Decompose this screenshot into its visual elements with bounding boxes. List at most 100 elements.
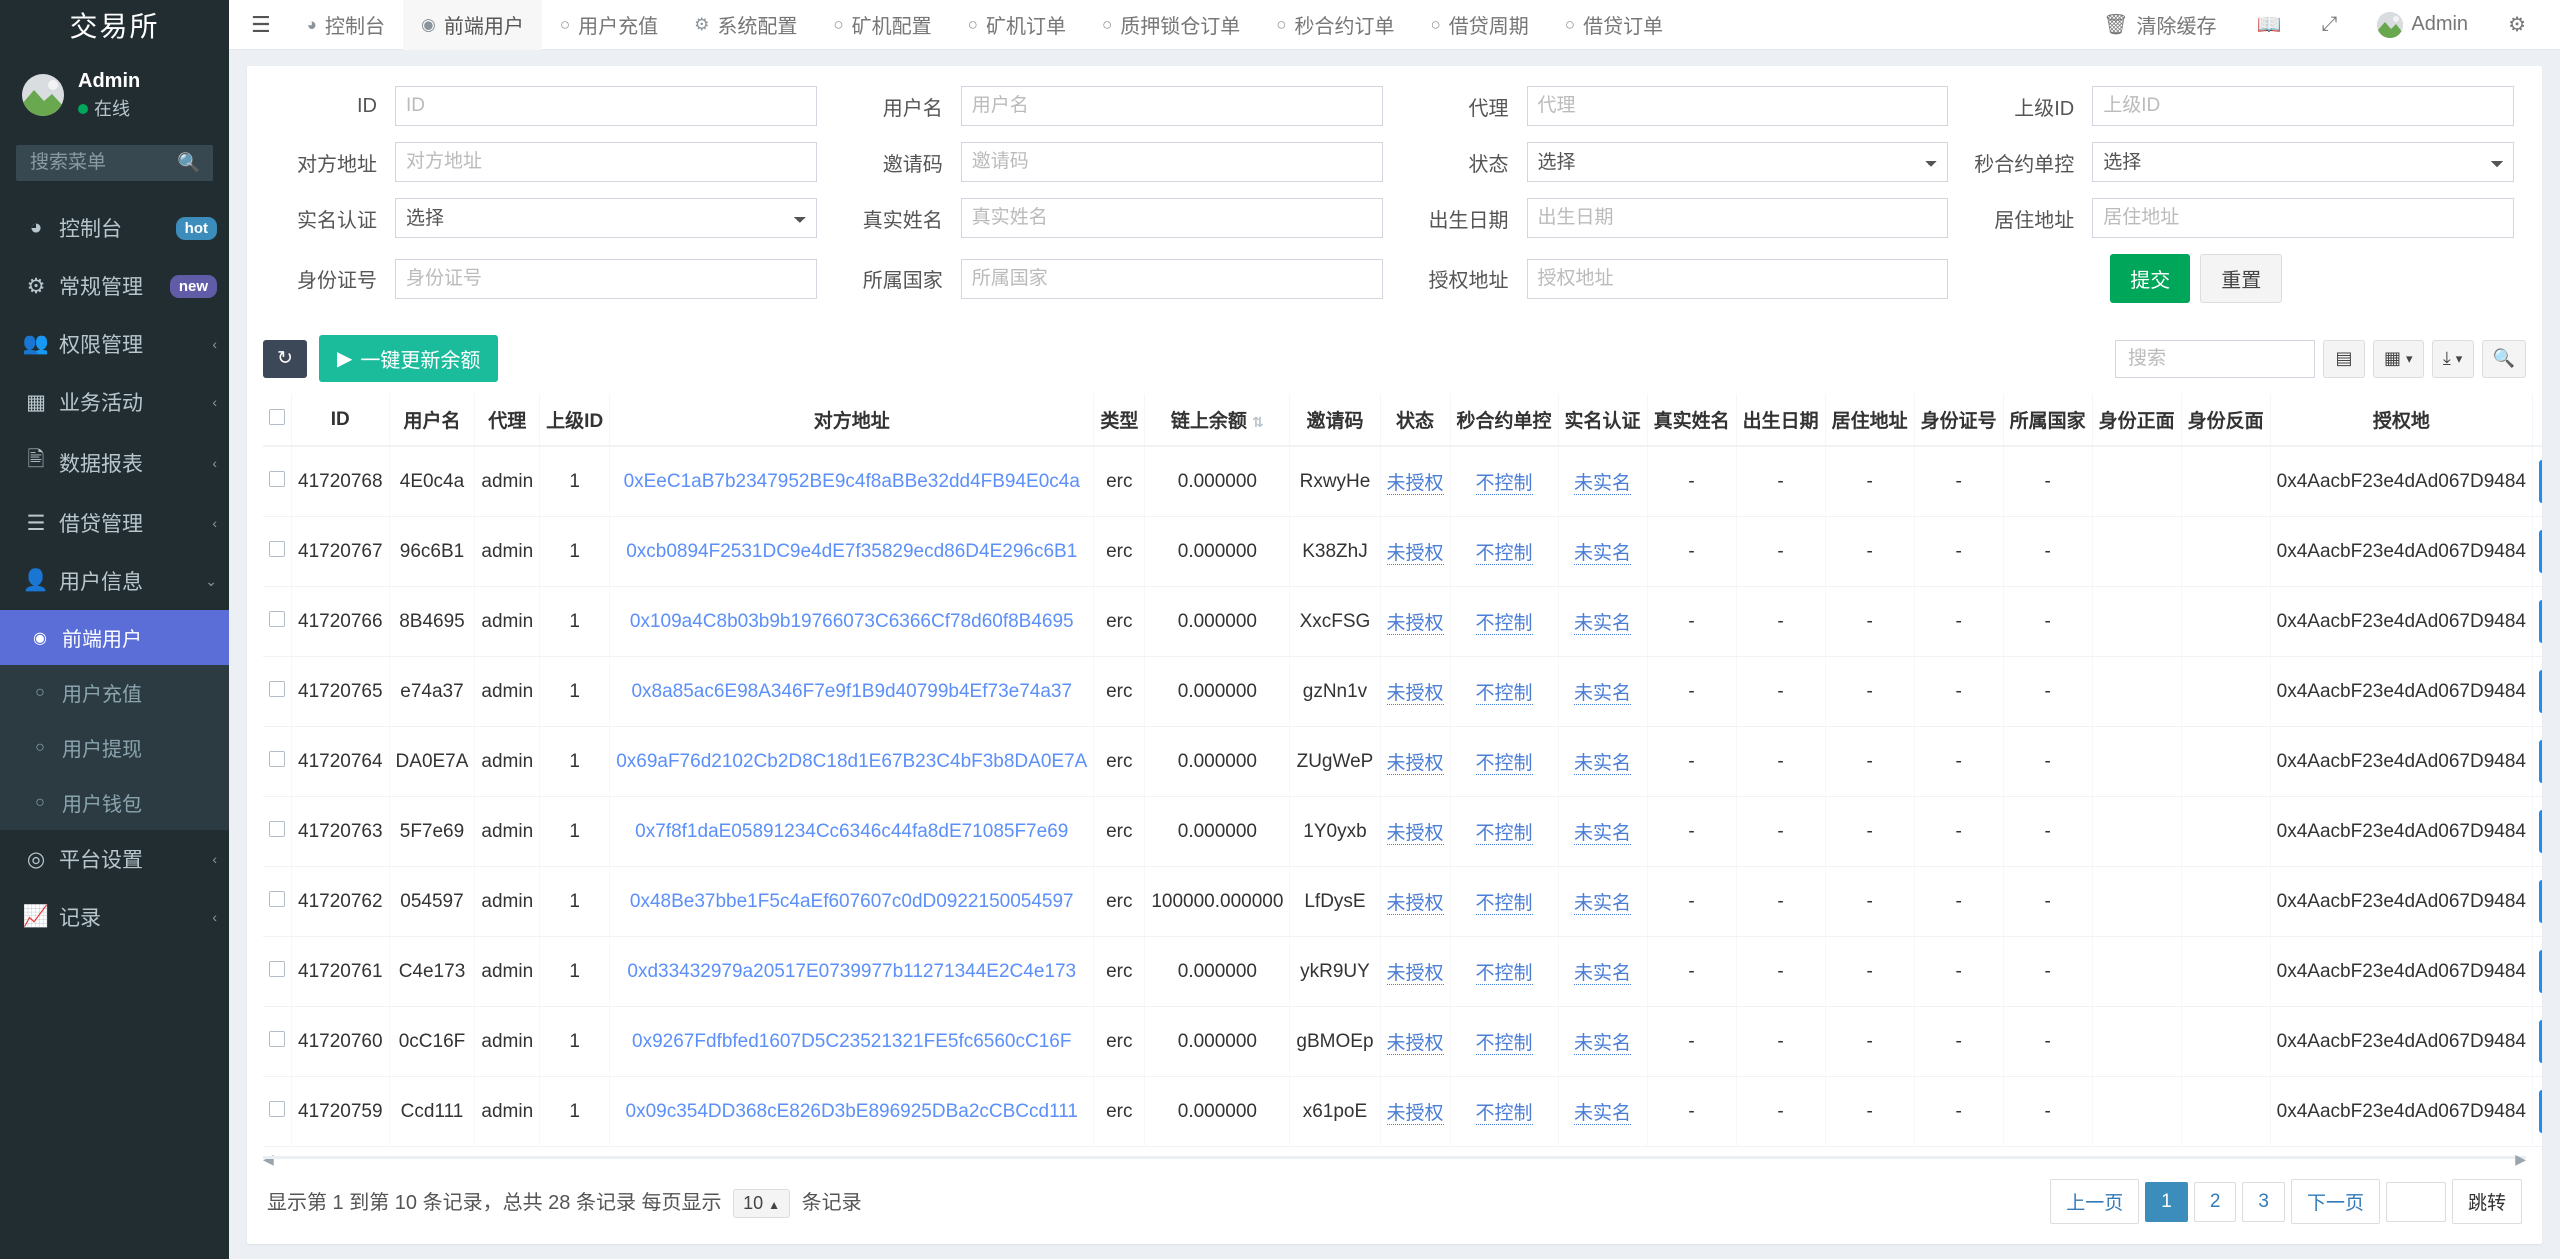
cell-contract-control-text[interactable]: 不控制 <box>1475 473 1533 495</box>
row-checkbox[interactable] <box>269 960 285 977</box>
table-row[interactable]: 41720759 Ccd111 admin 1 0x09c354DD368cE826D3… <box>263 1076 2542 1147</box>
cell-address[interactable]: 0xcb0894F2531DC9e4dE7f35829ecd86D4E296c6… <box>609 516 1095 587</box>
sidebar-search-input[interactable] <box>28 151 172 176</box>
cell-status-text[interactable]: 未授权 <box>1386 823 1444 845</box>
scroll-right-icon[interactable]: ▶ <box>2515 1151 2526 1168</box>
table-row[interactable]: 41720768 4E0c4a admin 1 0xEeC1aB7b2347952BE9… <box>263 446 2542 517</box>
fullscreen-icon[interactable]: ⤢ <box>2301 0 2357 50</box>
select-all-checkbox[interactable] <box>269 408 285 425</box>
cell-contract-control-text[interactable]: 不控制 <box>1475 823 1533 845</box>
cell-realname-auth-text[interactable]: 未实名 <box>1574 543 1632 565</box>
sidebar-link-frontend-user[interactable]: ◉ 前端用户 <box>0 610 229 666</box>
cell-address-text[interactable]: 0xcb0894F2531DC9e4dE7f35829ecd86D4E296c6… <box>626 541 1077 562</box>
cell-contract-control[interactable]: 不控制 <box>1450 1076 1559 1147</box>
table-row[interactable]: 41720765 e74a37 admin 1 0x8a85ac6E98A346F7e9… <box>263 656 2542 727</box>
col-select-all[interactable] <box>263 394 292 447</box>
cell-address-text[interactable]: 0x69aF76d2102Cb2D8C18d1E67B23C4bF3b8DA0E… <box>616 751 1087 772</box>
search-input-auth-address[interactable] <box>1526 258 1949 299</box>
tab-system-config[interactable]: ⚙ 系统配置 <box>676 0 815 50</box>
search-input-parent-id[interactable] <box>2092 86 2514 126</box>
update-balance-row-button[interactable]: ✎更新余额 <box>2538 1020 2542 1063</box>
sidebar-link-permission[interactable]: 👥 权限管理 ‹ <box>0 315 229 373</box>
submit-button[interactable]: 提交 <box>2110 254 2191 303</box>
search-input-residence[interactable] <box>2092 198 2514 238</box>
row-checkbox-cell[interactable] <box>263 446 292 517</box>
horizontal-scrollbar[interactable]: ◀ ▶ <box>263 1151 2526 1168</box>
cell-contract-control-text[interactable]: 不控制 <box>1475 1103 1533 1125</box>
cell-status-text[interactable]: 未授权 <box>1386 753 1444 775</box>
cell-status[interactable]: 未授权 <box>1380 866 1451 937</box>
cell-realname-auth[interactable]: 未实名 <box>1558 656 1648 727</box>
cell-contract-control-text[interactable]: 不控制 <box>1475 753 1533 775</box>
cell-status-text[interactable]: 未授权 <box>1386 683 1444 705</box>
cell-address-text[interactable]: 0x48Be37bbe1F5c4aEf607607c0dD09221500545… <box>630 891 1074 912</box>
row-checkbox-cell[interactable] <box>263 796 292 867</box>
cell-status-text[interactable]: 未授权 <box>1386 1033 1444 1055</box>
sidebar-item-dashboard[interactable]: ◕ 控制台 hot <box>0 199 229 257</box>
cell-contract-control[interactable]: 不控制 <box>1450 446 1559 517</box>
cell-contract-control[interactable]: 不控制 <box>1450 796 1559 867</box>
clear-cache-button[interactable]: 🗑 清除缓存 <box>2083 0 2236 50</box>
tab-pledge-order[interactable]: ○ 质押锁仓订单 <box>1084 0 1258 50</box>
reset-button[interactable]: 重置 <box>2200 254 2283 303</box>
col-country[interactable]: 所属国家 <box>2003 394 2093 447</box>
search-input-country[interactable] <box>960 258 1383 299</box>
export-icon[interactable]: ⤓ ▾ <box>2431 339 2474 378</box>
search-input-agent[interactable] <box>1526 86 1949 126</box>
row-checkbox[interactable] <box>269 1030 285 1047</box>
cell-realname-auth[interactable]: 未实名 <box>1558 446 1648 517</box>
search-icon[interactable]: 🔍 <box>2481 339 2526 378</box>
cell-status-text[interactable]: 未授权 <box>1386 1103 1444 1125</box>
col-username[interactable]: 用户名 <box>389 394 476 447</box>
update-balance-row-button[interactable]: ✎更新余额 <box>2538 810 2542 853</box>
search-input-id-number[interactable] <box>395 258 817 299</box>
row-checkbox[interactable] <box>269 820 285 837</box>
cell-status[interactable]: 未授权 <box>1380 516 1451 587</box>
col-invite-code[interactable]: 邀请码 <box>1289 394 1381 447</box>
sidebar-link-dashboard[interactable]: ◕ 控制台 hot <box>0 199 229 257</box>
search-input-birthday[interactable] <box>1526 198 1949 238</box>
cell-address-text[interactable]: 0x09c354DD368cE826D3bE896925DBa2cCBCcd11… <box>626 1101 1078 1122</box>
table-row[interactable]: 41720762 054597 admin 1 0x48Be37bbe1F5c4aEf6… <box>263 866 2542 937</box>
update-balance-row-button[interactable]: ✎更新余额 <box>2538 740 2542 783</box>
cell-address-text[interactable]: 0x9267Fdfbfed1607D5C23521321FE5fc6560cC1… <box>632 1031 1071 1052</box>
cell-status-text[interactable]: 未授权 <box>1386 963 1444 985</box>
scroll-track[interactable] <box>263 1156 2526 1159</box>
col-id-front[interactable]: 身份正面 <box>2092 394 2182 447</box>
table-row[interactable]: 41720761 C4e173 admin 1 0xd33432979a20517E07… <box>263 936 2542 1007</box>
sidebar-item-permission[interactable]: 👥 权限管理 ‹ <box>0 315 229 373</box>
table-row[interactable]: 41720760 0cC16F admin 1 0x9267Fdfbfed1607D5C… <box>263 1006 2542 1077</box>
cell-realname-auth-text[interactable]: 未实名 <box>1574 963 1632 985</box>
tab-loan-cycle[interactable]: ○ 借贷周期 <box>1413 0 1547 50</box>
sidebar-item-general[interactable]: ⚙ 常规管理 new <box>0 257 229 315</box>
sidebar-link-general[interactable]: ⚙ 常规管理 new <box>0 257 229 315</box>
col-birthday[interactable]: 出生日期 <box>1736 394 1826 447</box>
search-input-username[interactable] <box>960 86 1383 126</box>
cell-realname-auth[interactable]: 未实名 <box>1558 936 1648 1007</box>
cell-address[interactable]: 0xd33432979a20517E0739977b11271344E2C4e1… <box>609 936 1095 1007</box>
cell-status[interactable]: 未授权 <box>1380 446 1451 517</box>
update-balance-row-button[interactable]: ✎更新余额 <box>2538 530 2542 573</box>
col-agent[interactable]: 代理 <box>474 394 541 447</box>
cell-realname-auth[interactable]: 未实名 <box>1558 866 1648 937</box>
cell-realname-auth-text[interactable]: 未实名 <box>1574 683 1632 705</box>
cell-status[interactable]: 未授权 <box>1380 726 1451 797</box>
sidebar-item-loan[interactable]: ☰ 借贷管理 ‹ <box>0 494 229 552</box>
cell-status[interactable]: 未授权 <box>1380 936 1451 1007</box>
row-checkbox-cell[interactable] <box>263 1076 292 1147</box>
topbar-user-menu[interactable]: Admin <box>2357 0 2488 50</box>
cell-realname-auth-text[interactable]: 未实名 <box>1574 753 1632 775</box>
search-input-invite-code[interactable] <box>960 142 1383 182</box>
col-id-number[interactable]: 身份证号 <box>1914 394 2004 447</box>
sidebar-link-platform-settings[interactable]: ◎ 平台设置 ‹ <box>0 830 229 888</box>
cell-realname-auth[interactable]: 未实名 <box>1558 796 1648 867</box>
sidebar-link-user-recharge[interactable]: ○ 用户充值 <box>0 665 229 720</box>
update-balance-button[interactable]: ▶ 一键更新余额 <box>319 335 499 382</box>
sidebar-item-platform-settings[interactable]: ◎ 平台设置 ‹ <box>0 830 229 888</box>
tab-user-recharge[interactable]: ○ 用户充值 <box>542 0 676 50</box>
col-residence[interactable]: 居住地址 <box>1825 394 1915 447</box>
cell-contract-control[interactable]: 不控制 <box>1450 656 1559 727</box>
col-contract-control[interactable]: 秒合约单控 <box>1450 394 1559 447</box>
sidebar-link-user-wallet[interactable]: ○ 用户钱包 <box>0 775 229 830</box>
tab-frontend-user[interactable]: ◉ 前端用户 <box>403 0 542 50</box>
